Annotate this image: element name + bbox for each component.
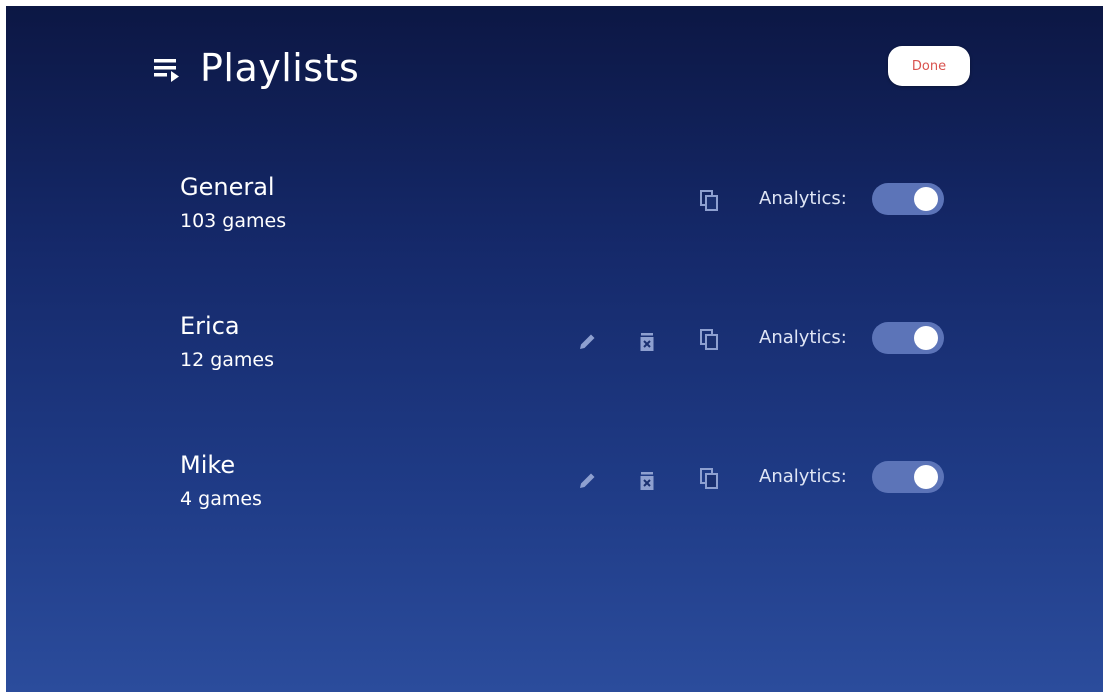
analytics-label: Analytics: <box>759 327 847 348</box>
copy-icon[interactable] <box>696 466 722 492</box>
delete-icon[interactable] <box>634 329 660 355</box>
page-title: Playlists <box>200 46 360 90</box>
analytics-toggle[interactable] <box>872 461 944 493</box>
edit-icon[interactable] <box>574 468 600 494</box>
playlist-name: General <box>180 173 275 201</box>
playlist-row: Erica 12 games Analytics: <box>6 309 1103 389</box>
playlists-screen: Playlists Done General 103 games Analyti… <box>6 6 1103 692</box>
copy-icon[interactable] <box>696 188 722 214</box>
playlist-game-count: 4 games <box>180 488 262 510</box>
playlist-row: Mike 4 games Analytics: <box>6 448 1103 528</box>
delete-icon[interactable] <box>634 468 660 494</box>
playlist-row: General 103 games Analytics: <box>6 170 1103 250</box>
analytics-label: Analytics: <box>759 188 847 209</box>
playlist-icon <box>154 56 186 84</box>
analytics-toggle[interactable] <box>872 183 944 215</box>
playlist-name: Erica <box>180 312 240 340</box>
done-button[interactable]: Done <box>888 46 970 86</box>
toggle-knob <box>914 326 938 350</box>
playlist-game-count: 103 games <box>180 210 287 232</box>
edit-icon[interactable] <box>574 329 600 355</box>
toggle-knob <box>914 465 938 489</box>
analytics-toggle[interactable] <box>872 322 944 354</box>
toggle-knob <box>914 187 938 211</box>
analytics-label: Analytics: <box>759 466 847 487</box>
copy-icon[interactable] <box>696 327 722 353</box>
playlist-name: Mike <box>180 451 236 479</box>
playlist-game-count: 12 games <box>180 349 275 371</box>
